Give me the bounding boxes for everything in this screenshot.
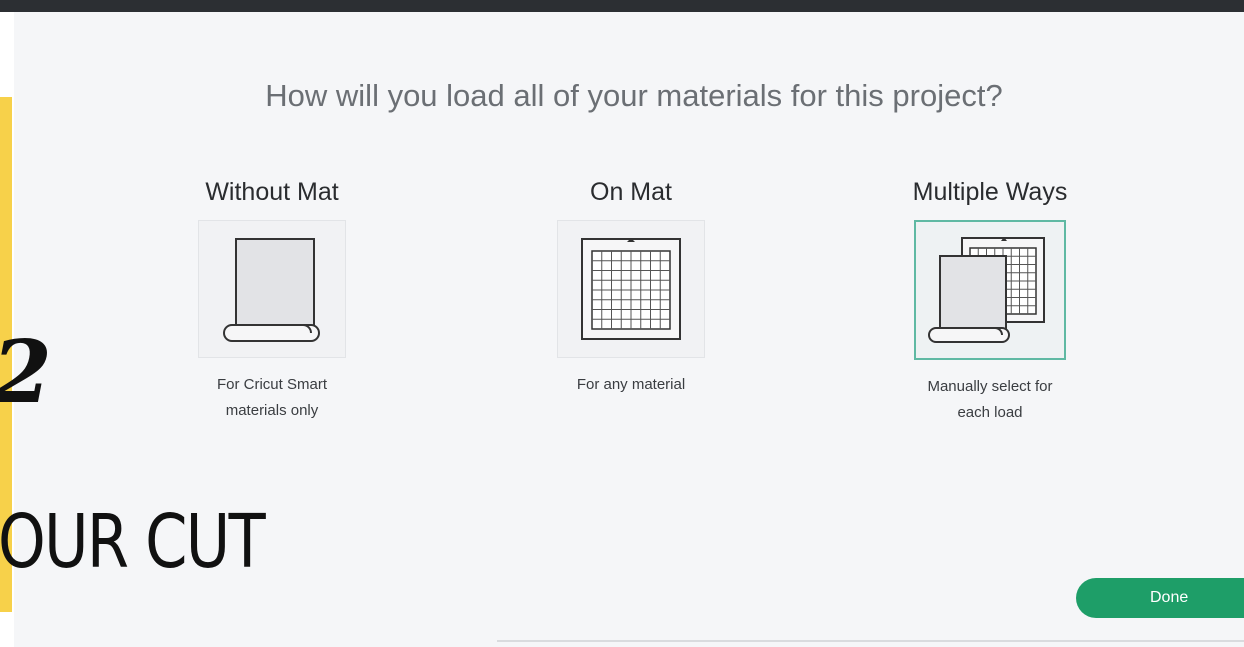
option-card-without-mat[interactable] <box>198 220 346 358</box>
option-card-on-mat[interactable] <box>557 220 705 358</box>
option-description-line: For Cricut Smart <box>216 376 327 393</box>
option-on-mat: On Mat For any material <box>501 172 761 398</box>
option-description: Manually select for each load <box>860 374 1120 426</box>
dialog-title: How will you load all of your materials … <box>265 78 1003 113</box>
top-bar <box>0 0 1244 12</box>
option-description-line: materials only <box>225 402 319 419</box>
material-roll-icon <box>223 238 320 342</box>
option-card-multiple-ways[interactable] <box>914 220 1066 360</box>
option-description-line: each load <box>957 404 1023 421</box>
option-description: For any material <box>501 372 761 398</box>
option-description: For Cricut Smart materials only <box>142 372 402 424</box>
option-without-mat: Without Mat For Cricut Smart materials o… <box>142 172 402 424</box>
done-button[interactable]: Done <box>1076 578 1244 618</box>
cutting-mat-icon <box>581 238 681 340</box>
option-title: On Mat <box>590 178 672 206</box>
option-multiple-ways: Multiple Ways Manually select for each l… <box>860 172 1120 426</box>
footer-divider <box>497 640 1244 642</box>
option-description-line: For any material <box>576 376 686 393</box>
overlay-cut-text: OUR CUT <box>0 499 266 585</box>
overlay-step-number: 2 <box>0 330 52 416</box>
option-title: Multiple Ways <box>912 178 1068 206</box>
option-description-line: Manually select for <box>927 378 1053 395</box>
mat-and-roll-icon <box>928 237 1045 343</box>
option-title: Without Mat <box>205 178 339 206</box>
